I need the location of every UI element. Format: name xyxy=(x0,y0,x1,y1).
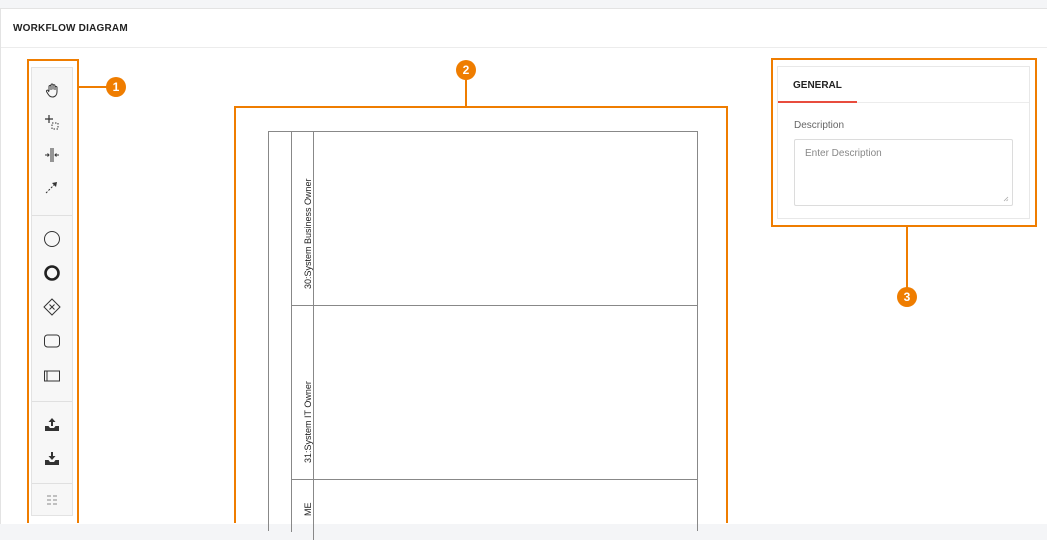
description-label: Description xyxy=(794,120,845,131)
callout-connector xyxy=(906,227,908,289)
canvas-highlight-frame xyxy=(234,106,728,523)
description-placeholder: Enter Description xyxy=(805,148,882,159)
callout-connector xyxy=(79,86,107,88)
callout-connector xyxy=(465,78,467,107)
tab-active-indicator xyxy=(778,101,857,103)
callout-badge-2: 2 xyxy=(456,60,476,80)
callout-badge-1: 1 xyxy=(106,77,126,97)
resize-grip-icon[interactable] xyxy=(1003,196,1009,202)
tab-general[interactable]: GENERAL xyxy=(793,80,842,91)
callout-badge-3: 3 xyxy=(897,287,917,307)
card-header: WORKFLOW DIAGRAM xyxy=(1,9,1047,48)
page-title: WORKFLOW DIAGRAM xyxy=(13,23,128,34)
description-field[interactable]: Enter Description xyxy=(794,139,1013,206)
properties-panel: GENERAL Description Enter Description xyxy=(777,66,1030,219)
toolbar-highlight-frame xyxy=(27,59,79,523)
